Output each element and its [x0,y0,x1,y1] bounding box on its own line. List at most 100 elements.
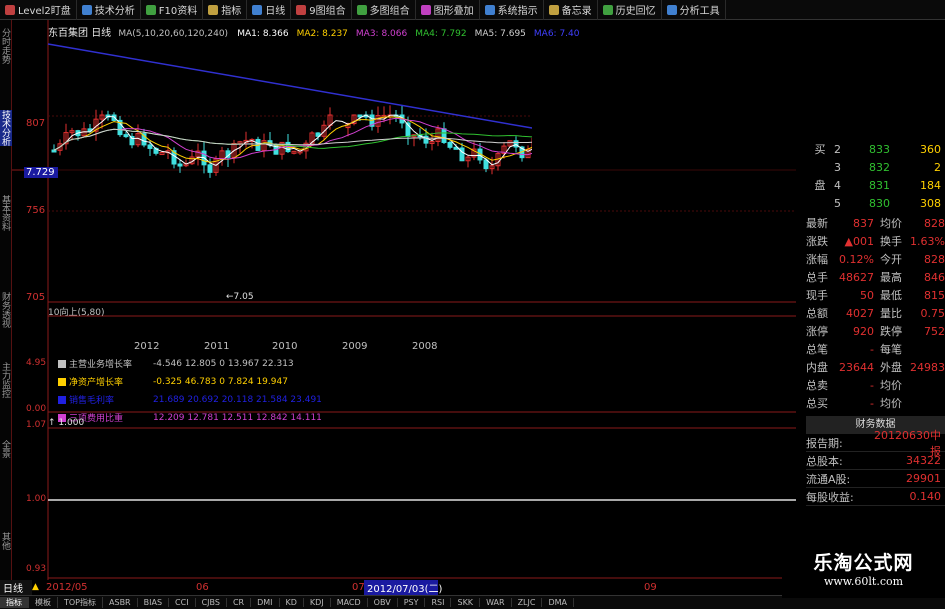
toolbar-item-1[interactable]: Level2盯盘 [0,0,77,20]
fin-axis-zero: 0.00 [26,404,47,414]
toolbar-item-9[interactable]: 系统指示 [480,0,544,20]
chart-icon [81,4,92,15]
ma-value-3: MA3: 8.066 [356,29,407,39]
left-tab-5[interactable]: 主力监控 [0,362,12,398]
ma-param-label: MA(5,10,20,60,120,240) [118,29,229,39]
toolbar-item-label: 系统指示 [497,6,538,17]
candle-body [441,128,447,143]
toolbar-item-label: 历史回忆 [615,6,656,17]
ma-value-2: MA2: 8.237 [297,29,348,39]
stat-value: 815 [924,288,945,302]
indicator-tab-6[interactable]: CCI [169,598,196,607]
low-price-marker: ←7.05 [226,292,254,302]
ma-value-number: 7.695 [500,29,526,39]
ma-value-number: 8.366 [262,29,289,39]
grid-icon [296,4,307,15]
order-book-row: 3 832 2 [806,158,945,176]
order-level: 2 [834,142,841,156]
stat-value: 1.63% [910,234,945,248]
stat-value: 828 [924,216,945,230]
stat-label: 涨停 [806,325,828,338]
indicator-tab-18[interactable]: ZLJC [512,598,543,607]
stat-label: 最低 [880,289,902,302]
left-tab-3[interactable]: 基本资料 [0,195,12,231]
order-level: 5 [834,196,841,210]
fin-axis-top: 4.95 [26,358,47,368]
fin-data-list: 报告期: 20120630中报 总股本: 34322 流通A股: 29901 每股收益: 0.… [806,429,945,506]
indicator-tab-5[interactable]: BIAS [138,598,170,607]
toolbar-item-2[interactable]: 技术分析 [77,0,141,20]
period-button[interactable]: 日线 [0,579,32,595]
quote-stat-row: 涨跌 ▲001 换手 1.63% [806,232,945,250]
fin-indicator-row: 主营业务增长率 -4.546 12.805 0 13.967 22.313 [58,357,294,370]
year-label-2008: 2008 [412,341,438,352]
quote-stat-row: 涨幅 0.12% 今开 828 [806,250,945,268]
stock-name: 东百集团 [48,28,88,39]
indicator-tab-17[interactable]: WAR [480,598,512,607]
stat-value: 837 [853,216,874,230]
month-06: 06 [196,581,209,593]
ma-value-label: MA3: [355,29,379,39]
play-icon[interactable]: ▲ [32,582,46,592]
left-tab-4[interactable]: 财务透视 [0,292,12,328]
order-price: 832 [869,160,890,174]
price-current-label: 7.729 [24,167,58,178]
order-price: 831 [869,178,890,192]
indicator-tab-2[interactable]: 模板 [29,597,58,608]
quote-stat-row: 总额 4027 量比 0.75 [806,304,945,322]
overlay-icon [420,4,431,15]
year-label-2011: 2011 [204,341,230,352]
indicator-tab-10[interactable]: KD [280,598,304,607]
stat-label: 每笔 [880,343,902,356]
toolbar-item-6[interactable]: 9图组合 [291,0,352,20]
left-tab-2[interactable]: 技术分析 [0,110,12,146]
indicator-tab-7[interactable]: CJBS [196,598,227,607]
year-label-2009: 2009 [342,341,368,352]
indicator-tab-1[interactable]: 指标 [0,597,29,608]
toolbar-item-4[interactable]: 指标 [203,0,248,20]
chart-area[interactable]: 东百集团 日线 MA(5,10,20,60,120,240) MA1: 8.36… [12,20,796,590]
toolbar-item-10[interactable]: 备忘录 [544,0,598,20]
indicator-tab-12[interactable]: MACD [331,598,368,607]
stat-value: 752 [924,324,945,338]
period-icon [252,4,263,15]
price-label-low: 705 [26,292,46,303]
stat-value: 0.12% [839,252,874,266]
indicator-tab-9[interactable]: DMI [251,598,280,607]
indicator-tab-13[interactable]: OBV [368,598,398,607]
stat-label: 现手 [806,289,828,302]
watermark-url: www.60lt.com [823,575,904,588]
month-07: 07 [352,581,365,593]
left-tab-1[interactable]: 分时走势 [0,28,12,64]
fin-indicator-row: 三项费用比重 12.209 12.781 12.511 12.842 14.111 [58,411,322,424]
stat-value: 50 [860,288,874,302]
order-level: 3 [834,160,841,174]
toolbar-item-12[interactable]: 分析工具 [662,0,726,20]
fin-data-label: 流通A股: [806,472,851,486]
ma-value-4: MA4: 7.792 [415,29,466,39]
stat-label: 总买 [806,397,828,410]
stat-label: 跌停 [880,325,902,338]
kline-chart[interactable] [12,20,796,590]
indicator-tab-16[interactable]: SKK [451,598,481,607]
toolbar-item-5[interactable]: 日线 [247,0,292,20]
indicator-tab-14[interactable]: PSY [398,598,426,607]
order-side-label: 买 [814,143,826,156]
indicator-tab-3[interactable]: TOP指标 [58,597,104,608]
toolbar-item-7[interactable]: 多图组合 [352,0,416,20]
indicator-tab-15[interactable]: RSI [425,598,452,607]
toolbar-item-11[interactable]: 历史回忆 [598,0,662,20]
toolbar-item-label: 9图组合 [309,6,346,17]
toolbar-item-3[interactable]: F10资料 [141,0,204,20]
left-tab-7[interactable]: 其他 [0,532,12,550]
quote-stat-row: 总卖 - 均价 [806,376,945,394]
toolbar-item-8[interactable]: 图形叠加 [416,0,480,20]
quote-panel: 买 2 833 360 3 832 2 盘 4 831 184 5 830 308 最新 837 均价 828 涨… [806,140,945,590]
indicator-tab-8[interactable]: CR [227,598,252,607]
indicator-tab-4[interactable]: ASBR [103,598,138,607]
indicator-tab-11[interactable]: KDJ [304,598,331,607]
left-tab-6[interactable]: 全景 [0,440,12,458]
fin-indicator-name: 净资产增长率 [69,378,124,388]
indicator-tab-19[interactable]: DMA [542,598,575,607]
stat-value: 0.75 [920,306,945,320]
